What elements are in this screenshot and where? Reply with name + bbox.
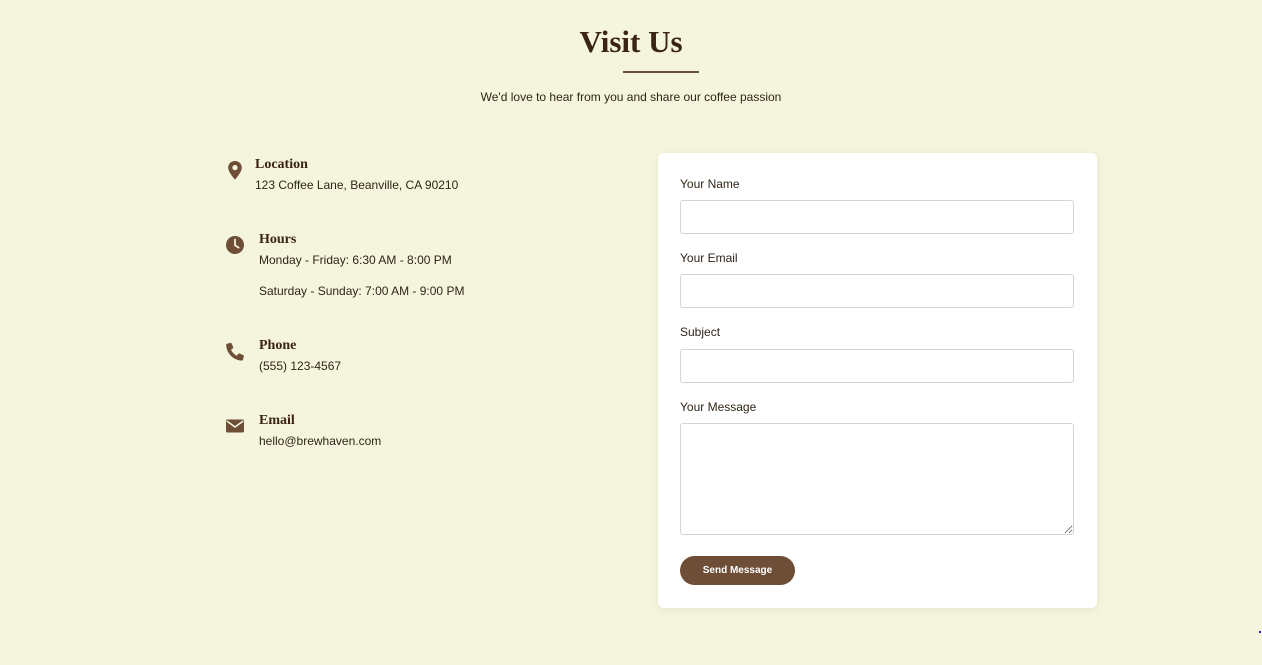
subject-label: Subject bbox=[680, 325, 721, 339]
phone-number: (555) 123-4567 bbox=[259, 359, 342, 373]
hours-weekdays: Monday - Friday: 6:30 AM - 8:00 PM bbox=[259, 253, 452, 267]
email-details: Email hello@brewhaven.com bbox=[259, 412, 381, 449]
name-input[interactable] bbox=[680, 200, 1074, 234]
send-message-button[interactable]: Send Message bbox=[680, 556, 795, 585]
hours-heading: Hours bbox=[259, 232, 297, 247]
name-label: Your Name bbox=[680, 177, 740, 191]
email-input[interactable] bbox=[680, 274, 1074, 308]
hours-details: Hours Monday - Friday: 6:30 AM - 8:00 PM… bbox=[259, 231, 464, 299]
corner-dot bbox=[1259, 631, 1261, 633]
location-address: 123 Coffee Lane, Beanville, CA 90210 bbox=[255, 178, 459, 192]
message-label: Your Message bbox=[680, 400, 757, 414]
page-title: Visit Us bbox=[579, 24, 683, 59]
phone-details: Phone (555) 123-4567 bbox=[259, 337, 341, 374]
contact-form: Your Name Your Email Subject Your Messag… bbox=[658, 153, 1097, 608]
hours-weekends: Saturday - Sunday: 7:00 AM - 9:00 PM bbox=[259, 284, 465, 298]
email-label: Your Email bbox=[680, 251, 738, 265]
message-textarea[interactable] bbox=[680, 423, 1074, 535]
envelope-icon bbox=[226, 419, 244, 433]
subject-input[interactable] bbox=[680, 349, 1074, 383]
contact-section: Visit Us We'd love to hear from you and … bbox=[0, 0, 1262, 665]
phone-icon bbox=[226, 342, 244, 361]
email-address: hello@brewhaven.com bbox=[259, 434, 382, 448]
location-details: Location 123 Coffee Lane, Beanville, CA … bbox=[255, 156, 458, 193]
title-underline bbox=[623, 71, 699, 73]
clock-icon bbox=[226, 236, 244, 254]
email-heading: Email bbox=[259, 413, 295, 428]
map-pin-icon bbox=[228, 161, 242, 180]
location-heading: Location bbox=[255, 157, 308, 172]
phone-heading: Phone bbox=[259, 338, 297, 353]
page-subtitle: We'd love to hear from you and share our… bbox=[480, 90, 782, 104]
